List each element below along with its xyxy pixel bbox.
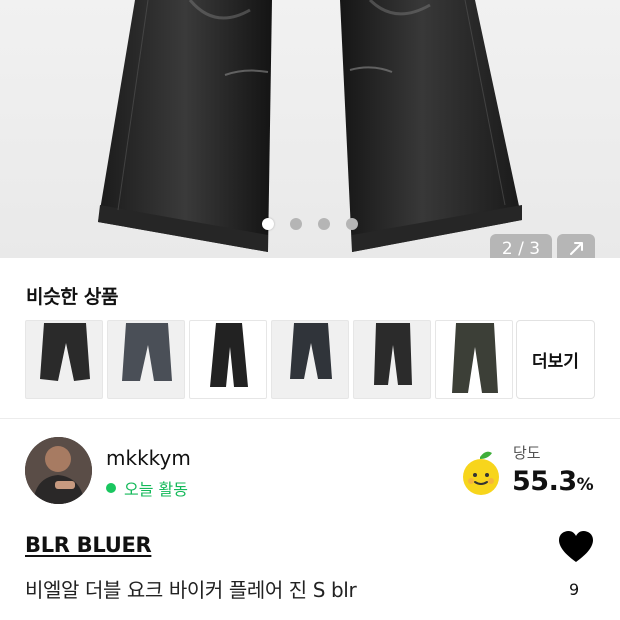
apple-sweetness-icon: [463, 451, 499, 495]
sweetness-unit: %: [576, 475, 594, 495]
seller-activity-status: 오늘 활동: [106, 476, 188, 500]
similar-product-thumb[interactable]: [353, 320, 431, 399]
activity-label: 오늘 활동: [124, 480, 188, 499]
similar-product-thumb[interactable]: [107, 320, 185, 399]
heart-icon[interactable]: [558, 530, 594, 564]
gallery-dot[interactable]: [290, 218, 302, 230]
section-divider: [0, 418, 620, 419]
sweetness-label: 당도: [513, 444, 541, 462]
seller-avatar[interactable]: [25, 437, 92, 504]
more-similar-button[interactable]: 더보기: [516, 320, 595, 399]
similar-product-thumb[interactable]: [271, 320, 349, 399]
similar-product-thumb[interactable]: [189, 320, 267, 399]
product-title: 비엘알 더블 요크 바이커 플레어 진 S blr: [25, 578, 357, 602]
similar-product-thumb[interactable]: [435, 320, 513, 399]
seller-name[interactable]: mkkkym: [106, 446, 191, 470]
like-count: 9: [569, 580, 580, 599]
similar-products-title: 비슷한 상품: [26, 286, 119, 308]
gallery-pagination: [262, 218, 358, 230]
brand-link[interactable]: BLR BLUER: [25, 533, 152, 557]
sweetness-score: 55.3%: [512, 466, 594, 497]
expand-arrow-icon: [570, 242, 583, 255]
online-dot-icon: [106, 483, 116, 493]
gallery-dot[interactable]: [318, 218, 330, 230]
product-image-gallery[interactable]: 2 / 3: [0, 0, 620, 258]
gallery-counter: 2 / 3: [490, 234, 552, 258]
gallery-dot[interactable]: [346, 218, 358, 230]
expand-button[interactable]: [557, 234, 595, 258]
gallery-dot[interactable]: [262, 218, 274, 230]
similar-products-list: [25, 320, 513, 399]
sweetness-value: 55.3: [512, 466, 577, 497]
similar-product-thumb[interactable]: [25, 320, 103, 399]
